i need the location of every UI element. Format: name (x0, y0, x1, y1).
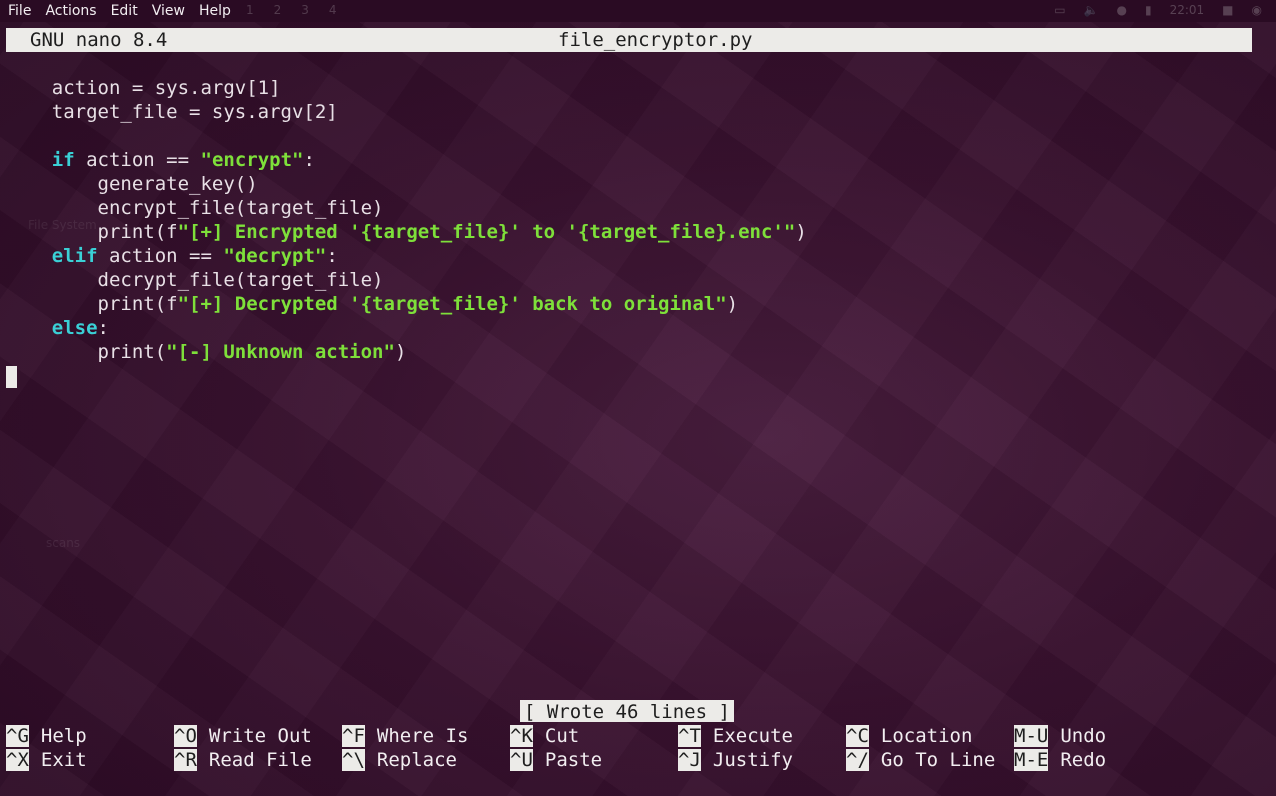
shortcut-key: M-E (1014, 749, 1049, 771)
file-name: file_encryptor.py (558, 29, 753, 51)
shortcut-label: Justify (712, 749, 793, 771)
shortcut-key: ^K (510, 725, 533, 747)
shortcut-row: ^X Exit ^R Read File ^\ Replace ^U Paste ^J Justi… (6, 748, 1266, 772)
shortcut-label: Redo (1060, 749, 1107, 771)
menu-view[interactable]: View (144, 3, 191, 19)
shortcut-write-out[interactable]: ^O Write Out (174, 724, 312, 748)
shortcut-label: Execute (712, 725, 793, 747)
shortcut-key: ^F (342, 725, 365, 747)
menu-actions[interactable]: Actions (37, 3, 102, 19)
workspace-4[interactable]: 4 (329, 3, 337, 17)
code-line: print("[-] Unknown action") (6, 341, 407, 363)
workspace-3[interactable]: 3 (301, 3, 309, 17)
menu-edit[interactable]: Edit (103, 3, 144, 19)
shortcut-label: Paste (544, 749, 603, 771)
code-line: action = sys.argv[1] (6, 77, 281, 99)
shortcut-label: Location (880, 725, 973, 747)
menu-file[interactable]: File (0, 3, 37, 19)
code-line: generate_key() (6, 173, 258, 195)
shortcut-key: ^/ (846, 749, 869, 771)
shortcut-paste[interactable]: ^U Paste (510, 748, 602, 772)
menu-bar: File Actions Edit View Help 1 2 3 4 ▭ 🔈 … (0, 0, 1276, 22)
cursor-line (6, 364, 1246, 388)
workspace-2[interactable]: 2 (274, 3, 282, 17)
shortcut-execute[interactable]: ^T Execute (678, 724, 793, 748)
power-icon[interactable]: ◉ (1252, 3, 1262, 17)
monitor-icon[interactable]: ▭ (1054, 3, 1065, 17)
shortcut-key: ^X (6, 749, 29, 771)
shortcut-key: ^G (6, 725, 29, 747)
shortcut-label: Exit (40, 749, 87, 771)
status-message: [ Wrote 46 lines ] (520, 700, 734, 723)
shortcut-label: Cut (544, 725, 580, 747)
shortcut-help[interactable]: ^G Help (6, 724, 87, 748)
lock-icon[interactable]: ■ (1222, 3, 1233, 17)
shortcut-redo[interactable]: M-E Redo (1014, 748, 1106, 772)
shortcut-replace[interactable]: ^\ Replace (342, 748, 457, 772)
code-line: print(f"[+] Decrypted '{target_file}' ba… (6, 293, 739, 315)
shortcut-undo[interactable]: M-U Undo (1014, 724, 1106, 748)
code-line: decrypt_file(target_file) (6, 269, 384, 291)
system-tray: ▭ 🔈 ● ▮ 22:01 ■ ◉ (1054, 3, 1262, 17)
text-cursor (6, 365, 17, 388)
shortcut-label: Write Out (208, 725, 312, 747)
shortcut-bar: ^G Help ^O Write Out ^F Where Is ^K Cut ^T Execut… (6, 724, 1266, 772)
shortcut-justify[interactable]: ^J Justify (678, 748, 793, 772)
shortcut-key: ^\ (342, 749, 365, 771)
shortcut-key: ^U (510, 749, 533, 771)
code-line: elif action == "decrypt": (51, 245, 338, 267)
shortcut-label: Go To Line (880, 749, 996, 771)
code-line: target_file = sys.argv[2] (6, 101, 338, 123)
nano-version: GNU nano 8.4 (30, 29, 168, 51)
shortcut-key: ^R (174, 749, 197, 771)
clock[interactable]: 22:01 (1170, 3, 1205, 17)
shortcut-key: ^J (678, 749, 701, 771)
code-line: if action == "encrypt": (51, 149, 315, 171)
editor-buffer[interactable]: action = sys.argv[1] target_file = sys.a… (6, 76, 1246, 388)
workspace-switcher: 1 2 3 4 (246, 3, 337, 17)
battery-icon[interactable]: ▮ (1145, 3, 1152, 17)
shortcut-row: ^G Help ^O Write Out ^F Where Is ^K Cut ^T Execut… (6, 724, 1266, 748)
code-line: encrypt_file(target_file) (6, 197, 384, 219)
shortcut-key: ^C (846, 725, 869, 747)
shortcut-location[interactable]: ^C Location (846, 724, 972, 748)
shortcut-read-file[interactable]: ^R Read File (174, 748, 312, 772)
shortcut-label: Read File (208, 749, 312, 771)
shortcut-exit[interactable]: ^X Exit (6, 748, 87, 772)
code-line: print(f"[+] Encrypted '{target_file}' to… (6, 221, 807, 243)
shortcut-label: Help (40, 725, 87, 747)
shortcut-label: Replace (376, 749, 457, 771)
code-line: else: (51, 317, 109, 339)
shortcut-label: Where Is (376, 725, 469, 747)
shortcut-key: ^O (174, 725, 197, 747)
shortcut-key: ^T (678, 725, 701, 747)
menu-help[interactable]: Help (191, 3, 237, 19)
volume-icon[interactable]: 🔈 (1084, 3, 1099, 17)
shortcut-label: Undo (1060, 725, 1107, 747)
nano-title-bar: GNU nano 8.4 file_encryptor.py (6, 28, 1252, 52)
shortcut-go-to-line[interactable]: ^/ Go To Line (846, 748, 995, 772)
terminal-window[interactable]: GNU nano 8.4 file_encryptor.py action = … (0, 24, 1276, 796)
bell-icon[interactable]: ● (1116, 3, 1126, 17)
shortcut-key: M-U (1014, 725, 1049, 747)
shortcut-cut[interactable]: ^K Cut (510, 724, 579, 748)
shortcut-where-is[interactable]: ^F Where Is (342, 724, 468, 748)
workspace-1[interactable]: 1 (246, 3, 254, 17)
